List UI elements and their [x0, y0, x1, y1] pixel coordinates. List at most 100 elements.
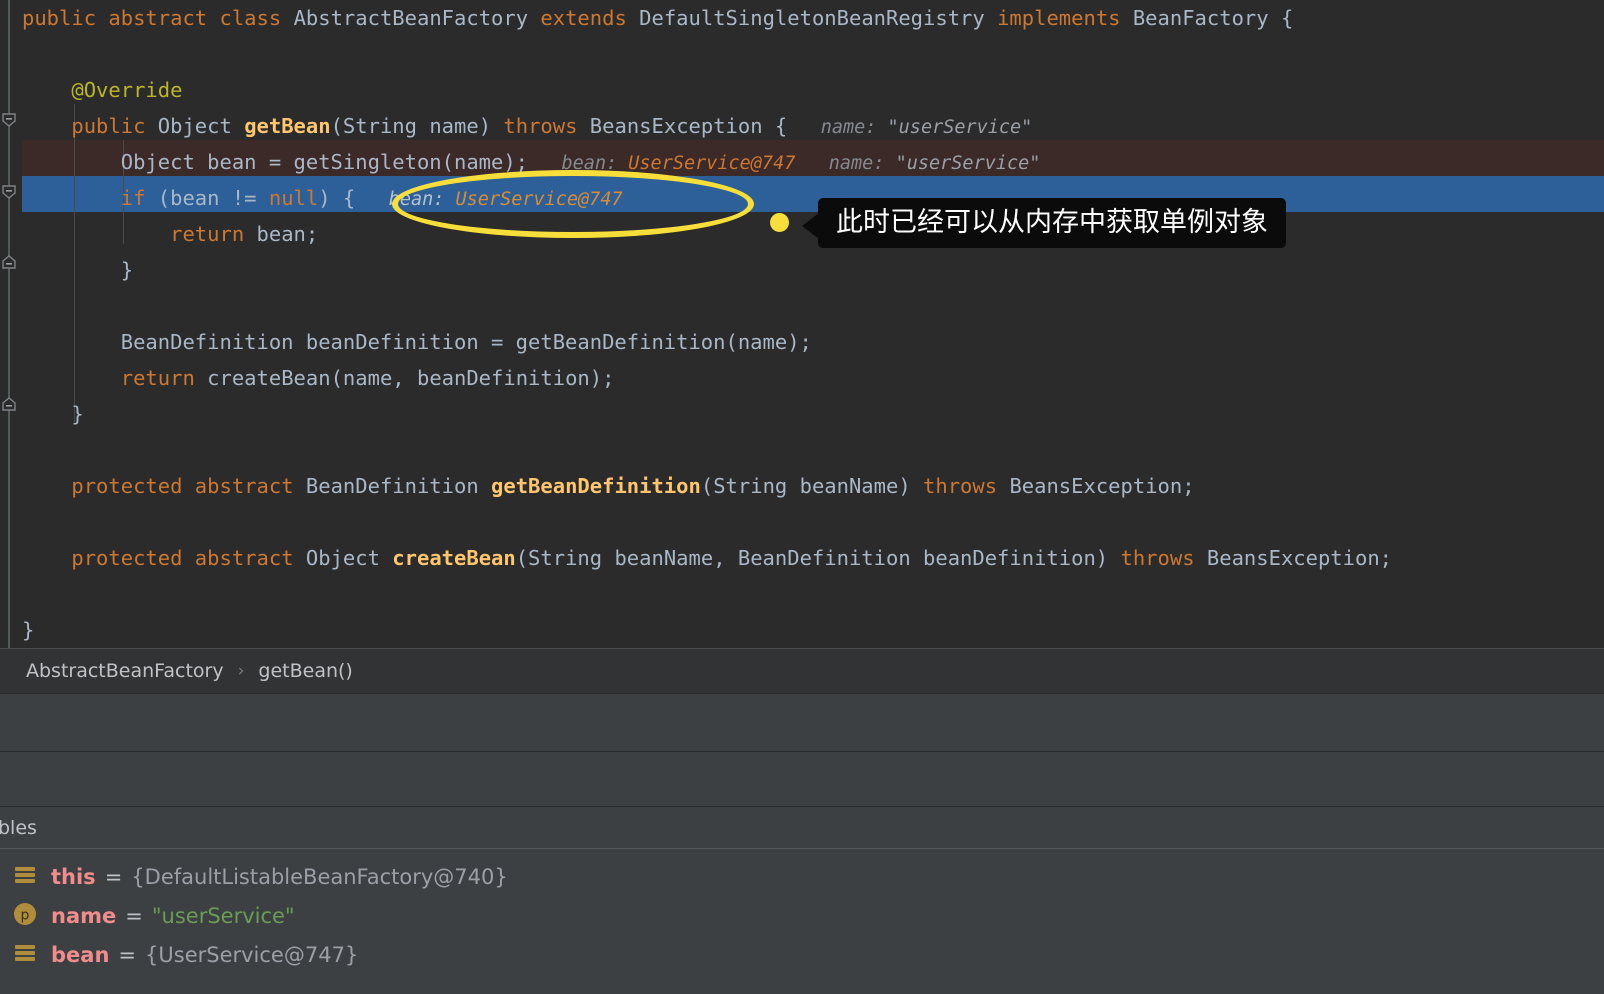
- code-token: abstract: [194, 546, 306, 570]
- code-token: Object: [305, 546, 393, 570]
- code-token: bean:: [528, 153, 629, 174]
- code-token: extends: [540, 6, 640, 30]
- code-token: return: [170, 222, 257, 246]
- variable-equals-sign: =: [104, 864, 123, 889]
- ide-debug-window: public abstract class AbstractBeanFactor…: [0, 0, 1604, 994]
- code-token: getBean: [244, 114, 331, 138]
- code-token: throws: [1120, 546, 1207, 570]
- code-token: }: [22, 402, 84, 426]
- code-token: protected: [71, 546, 195, 570]
- svg-text:p: p: [21, 907, 30, 923]
- code-token: name:: [795, 153, 896, 174]
- line-beandefinition[interactable]: BeanDefinition beanDefinition = getBeanD…: [0, 324, 1392, 360]
- variable-row[interactable]: bean = {UserService@747}: [0, 935, 1604, 974]
- code-token: UserService@747: [455, 189, 623, 210]
- variable-equals-sign: =: [125, 903, 143, 928]
- code-token: bean:: [355, 189, 456, 210]
- code-token: createBean(name, beanDefinition);: [207, 366, 615, 390]
- line-return-bean[interactable]: return bean;: [0, 216, 1392, 252]
- code-token: (String beanName): [700, 474, 924, 498]
- code-token: (String name): [330, 114, 504, 138]
- code-token: @Override: [22, 78, 183, 102]
- line-blank-2[interactable]: [0, 288, 1392, 324]
- line-return-createbean[interactable]: return createBean(name, beanDefinition);: [0, 360, 1392, 396]
- code-token: if: [120, 186, 158, 210]
- variables-panel-body[interactable]: this = {DefaultListableBeanFactory@740} p na…: [0, 848, 1604, 994]
- line-abstract-getbeandefinition[interactable]: protected abstract BeanDefinition getBea…: [0, 468, 1392, 504]
- breadcrumb[interactable]: AbstractBeanFactory › getBean(): [0, 648, 1604, 693]
- variable-name: this: [51, 864, 96, 889]
- variable-name: name: [51, 903, 117, 928]
- code-text[interactable]: public abstract class AbstractBeanFactor…: [0, 0, 1392, 648]
- line-close-class[interactable]: }: [0, 612, 1392, 648]
- code-token: DefaultSingletonBeanRegistry: [639, 6, 998, 30]
- variables-panel-title: bles: [0, 816, 37, 839]
- code-token: null: [268, 186, 319, 210]
- line-close-if[interactable]: }: [0, 252, 1392, 288]
- code-token: }: [22, 258, 134, 282]
- code-token: BeanDefinition beanDefinition = getBeanD…: [22, 330, 812, 354]
- variable-value: {UserService@747}: [145, 942, 359, 967]
- code-token: "userService": [887, 117, 1033, 138]
- line-blank-4[interactable]: [0, 504, 1392, 540]
- code-token: (bean !=: [157, 186, 269, 210]
- code-token: abstract: [194, 474, 306, 498]
- code-editor[interactable]: public abstract class AbstractBeanFactor…: [0, 0, 1604, 648]
- code-token: UserService@747: [628, 153, 796, 174]
- code-token: protected: [71, 474, 195, 498]
- line-close-method[interactable]: }: [0, 396, 1392, 432]
- code-token: BeansException;: [1009, 474, 1195, 498]
- breadcrumb-item-class[interactable]: AbstractBeanFactory: [26, 660, 224, 682]
- variable-value: "userService": [151, 903, 295, 928]
- code-token: bean;: [256, 222, 319, 246]
- code-token: AbstractBeanFactory: [293, 6, 541, 30]
- code-token: implements: [997, 6, 1133, 30]
- line-if-bean-null[interactable]: if (bean != null) { bean: UserService@74…: [0, 180, 1392, 216]
- line-class-decl[interactable]: public abstract class AbstractBeanFactor…: [0, 0, 1392, 36]
- line-blank-5[interactable]: [0, 576, 1392, 612]
- code-token: BeanFactory {: [1132, 6, 1294, 30]
- code-token: class: [219, 6, 294, 30]
- object-icon: [12, 862, 42, 892]
- line-getsingleton[interactable]: Object bean = getSingleton(name); bean: …: [0, 144, 1392, 180]
- debug-frames-panel[interactable]: [0, 751, 1604, 806]
- variables-panel-header[interactable]: bles: [0, 806, 1604, 848]
- line-getbean-sig[interactable]: public Object getBean(String name) throw…: [0, 108, 1392, 144]
- line-abstract-createbean[interactable]: protected abstract Object createBean(Str…: [0, 540, 1392, 576]
- breadcrumb-separator-icon: ›: [237, 661, 245, 681]
- code-token: "userService": [895, 153, 1041, 174]
- line-blank-3[interactable]: [0, 432, 1392, 468]
- variable-value: {DefaultListableBeanFactory@740}: [131, 864, 508, 889]
- code-token: BeansException {: [589, 114, 788, 138]
- code-token: Object bean = getSingleton(name);: [22, 150, 529, 174]
- code-token: name:: [787, 117, 888, 138]
- line-override[interactable]: @Override: [0, 72, 1392, 108]
- code-token: ) {: [318, 186, 356, 210]
- code-token: Object: [157, 114, 245, 138]
- code-token: BeanDefinition: [305, 474, 492, 498]
- code-token: }: [22, 618, 35, 642]
- code-token: throws: [923, 474, 1010, 498]
- variable-row[interactable]: this = {DefaultListableBeanFactory@740}: [0, 857, 1604, 896]
- code-token: return: [120, 366, 208, 390]
- code-token: (String beanName, BeanDefinition beanDef…: [515, 546, 1121, 570]
- variable-equals-sign: =: [118, 942, 137, 967]
- code-token: public: [71, 114, 158, 138]
- code-token: abstract: [108, 6, 220, 30]
- line-blank-1[interactable]: [0, 36, 1392, 72]
- code-token: BeansException;: [1206, 546, 1393, 570]
- code-token: createBean: [392, 546, 516, 570]
- variable-name: bean: [51, 942, 110, 967]
- debug-toolbar-panel[interactable]: [0, 693, 1604, 751]
- variable-row[interactable]: p name = "userService": [0, 896, 1604, 935]
- code-token: throws: [503, 114, 590, 138]
- code-token: public: [22, 6, 109, 30]
- code-token: getBeanDefinition: [491, 474, 701, 498]
- breadcrumb-item-method[interactable]: getBean(): [258, 660, 352, 682]
- object-icon: [12, 940, 42, 970]
